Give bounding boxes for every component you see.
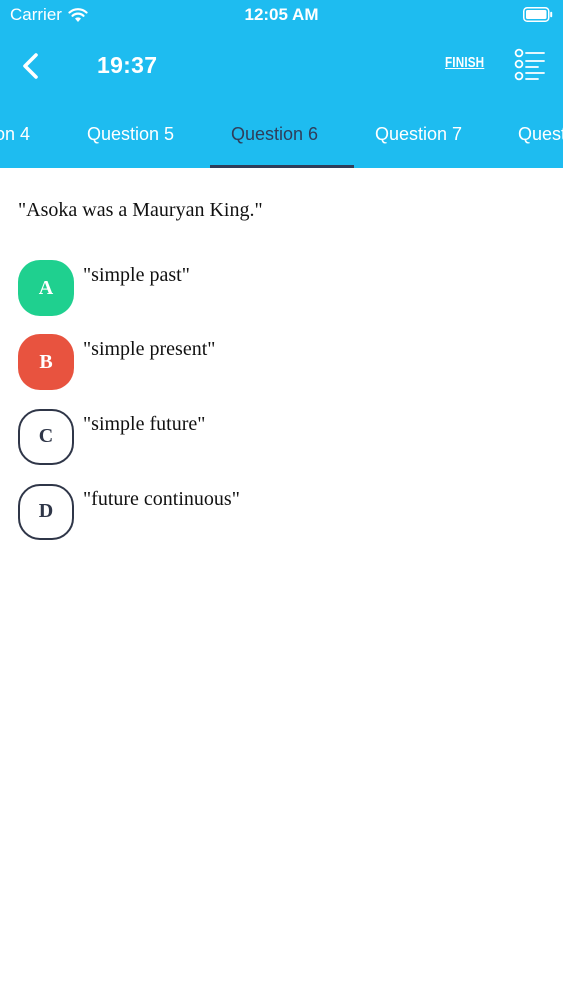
countdown-timer: 19:37: [97, 52, 158, 78]
tab-question-8[interactable]: Question 8: [518, 100, 563, 168]
tab-question-6[interactable]: Question 6: [231, 100, 318, 168]
option-c-text: "simple future": [83, 413, 206, 435]
app-header: Carrier 12:05 AM 19:37 FINISH on 4 Quest…: [0, 0, 563, 168]
question-text: "Asoka was a Mauryan King.": [18, 199, 263, 221]
finish-button[interactable]: FINISH: [445, 54, 484, 71]
active-tab-indicator: [210, 165, 354, 168]
status-bar: Carrier 12:05 AM: [0, 0, 563, 30]
tab-question-4[interactable]: Question 4: [0, 100, 30, 168]
option-a-badge: A: [18, 260, 74, 316]
option-a[interactable]: A "simple past": [18, 260, 538, 320]
question-tabs: Question 4 Question 5 Question 6 Questio…: [0, 100, 563, 168]
option-c[interactable]: C "simple future": [18, 409, 538, 469]
chevron-left-icon[interactable]: [18, 52, 44, 80]
tab-question-5[interactable]: Question 5: [87, 100, 174, 168]
option-b-badge: B: [18, 334, 74, 390]
tab-question-7[interactable]: Question 7: [375, 100, 462, 168]
question-list-icon[interactable]: [514, 48, 546, 82]
option-b-text: "simple present": [83, 338, 216, 360]
status-time: 12:05 AM: [244, 5, 319, 24]
option-d[interactable]: D "future continuous": [18, 484, 538, 544]
option-d-badge: D: [18, 484, 74, 540]
option-d-text: "future continuous": [83, 488, 240, 510]
option-c-badge: C: [18, 409, 74, 465]
option-a-text: "simple past": [83, 264, 190, 286]
option-b[interactable]: B "simple present": [18, 334, 538, 394]
battery-icon: [523, 7, 553, 22]
nav-bar: 19:37 FINISH: [0, 38, 563, 94]
